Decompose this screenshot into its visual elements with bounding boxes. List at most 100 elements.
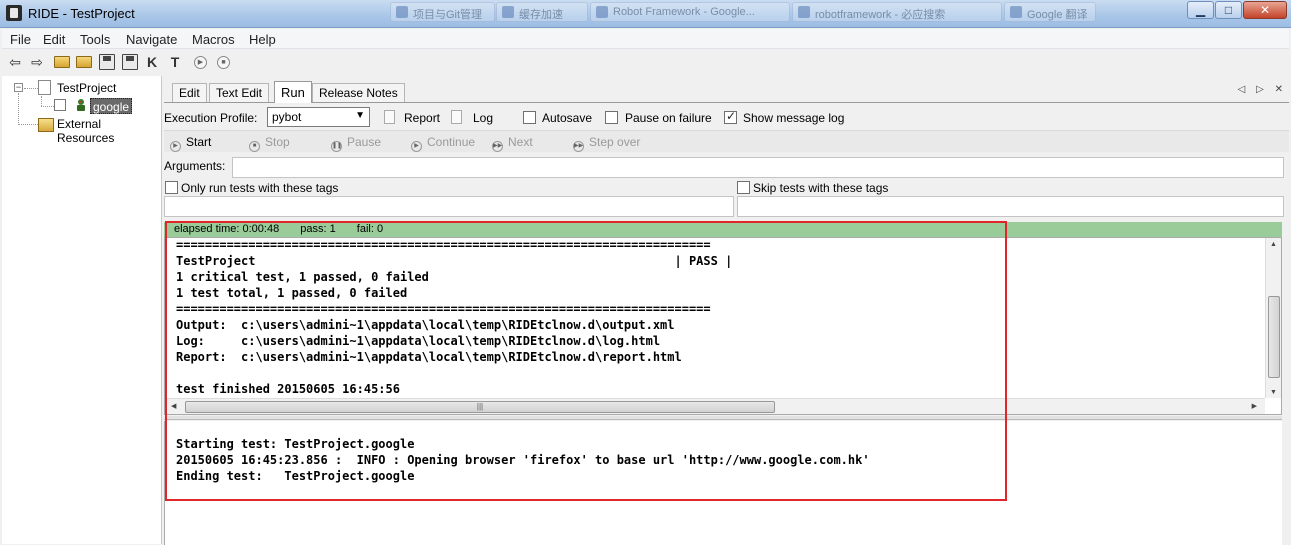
close-icon: ✕ bbox=[1259, 3, 1271, 17]
scroll-right-icon[interactable]: ▶ bbox=[1252, 402, 1257, 410]
save-icon[interactable] bbox=[99, 54, 115, 70]
stop-button[interactable]: ■ Stop bbox=[249, 135, 290, 152]
menu-bar: File Edit Tools Navigate Macros Help bbox=[2, 29, 1289, 49]
tab-scroll-left-icon[interactable]: ◁ bbox=[1238, 84, 1246, 95]
external-resources-icon bbox=[38, 118, 54, 132]
background-tab[interactable]: Robot Framework - Google... bbox=[590, 2, 790, 22]
tab-controls: ◁ ▷ ✕ bbox=[1230, 84, 1283, 95]
tab-release-notes[interactable]: Release Notes bbox=[312, 83, 405, 102]
include-tags-input[interactable] bbox=[164, 196, 734, 217]
title-bar: RIDE - TestProject 项目与Git管理 缓存加速 Robot F… bbox=[0, 0, 1291, 28]
console-horizontal-scrollbar[interactable]: ◀ ||| ▶ bbox=[165, 398, 1265, 414]
autosave-checkbox[interactable] bbox=[523, 111, 536, 124]
console-vertical-scrollbar[interactable]: ▲ ▼ bbox=[1265, 238, 1281, 398]
menu-navigate[interactable]: Navigate bbox=[126, 32, 177, 47]
scroll-down-icon[interactable]: ▼ bbox=[1270, 389, 1277, 396]
show-message-log-label: Show message log bbox=[743, 111, 845, 125]
project-tree: − TestProject google External Resources bbox=[2, 76, 162, 544]
message-log[interactable]: Starting test: TestProject.google 201506… bbox=[164, 421, 1282, 545]
minimize-icon: ▁ bbox=[1195, 3, 1206, 17]
menu-edit[interactable]: Edit bbox=[43, 32, 65, 47]
tree-connector bbox=[24, 88, 38, 89]
console-text: ========================================… bbox=[176, 238, 733, 396]
execution-status-bar: elapsed time: 0:00:48 pass: 1 fail: 0 bbox=[164, 222, 1282, 237]
stop-icon[interactable]: ■ bbox=[217, 56, 230, 69]
exclude-tags-input[interactable] bbox=[737, 196, 1284, 217]
background-tab[interactable]: 项目与Git管理 bbox=[390, 2, 495, 22]
open-directory-icon[interactable] bbox=[54, 56, 70, 68]
start-icon: ▶ bbox=[170, 141, 181, 152]
tree-connector bbox=[19, 124, 38, 125]
log-file-icon bbox=[451, 110, 462, 124]
output-splitter[interactable] bbox=[164, 416, 1282, 420]
tab-close-icon[interactable]: ✕ bbox=[1275, 84, 1283, 95]
pause-on-failure-label: Pause on failure bbox=[625, 111, 712, 125]
log-button[interactable]: Log bbox=[473, 111, 493, 125]
execution-profile-select[interactable]: pybot ▼ bbox=[267, 107, 370, 127]
message-log-text: Starting test: TestProject.google 201506… bbox=[176, 437, 870, 483]
ride-app-icon bbox=[6, 5, 22, 21]
back-arrow-icon[interactable]: ⇦ bbox=[7, 54, 23, 70]
background-tab[interactable]: robotframework - 必应搜索 bbox=[792, 2, 1002, 22]
menu-tools[interactable]: Tools bbox=[80, 32, 110, 47]
menu-macros[interactable]: Macros bbox=[192, 32, 235, 47]
step-over-icon: ▶▶ bbox=[573, 141, 584, 152]
report-button[interactable]: Report bbox=[404, 111, 440, 125]
scroll-thumb[interactable]: ||| bbox=[185, 401, 775, 413]
elapsed-time: elapsed time: 0:00:48 bbox=[174, 223, 280, 235]
tree-node-testproject[interactable]: TestProject bbox=[57, 81, 116, 95]
scroll-thumb[interactable] bbox=[1268, 296, 1280, 378]
continue-button[interactable]: ▶ Continue bbox=[411, 135, 475, 152]
stop-icon: ■ bbox=[249, 141, 260, 152]
show-message-log-checkbox[interactable] bbox=[724, 109, 737, 124]
close-window-button[interactable]: ✕ bbox=[1243, 1, 1287, 19]
pause-button[interactable]: ❚❚ Pause bbox=[331, 135, 381, 152]
test-project-icon bbox=[38, 80, 51, 95]
window-title: RIDE - TestProject bbox=[28, 6, 135, 21]
execution-profile-label: Execution Profile: bbox=[164, 111, 258, 125]
tab-text-edit[interactable]: Text Edit bbox=[209, 83, 270, 102]
minimize-button[interactable]: ▁ bbox=[1187, 1, 1214, 19]
report-file-icon bbox=[384, 110, 395, 124]
step-over-button[interactable]: ▶▶ Step over bbox=[573, 135, 640, 152]
tree-node-external-resources[interactable]: External Resources bbox=[57, 117, 161, 145]
search-tests-icon[interactable]: T bbox=[167, 54, 183, 70]
include-tags-checkbox[interactable] bbox=[165, 181, 178, 194]
tree-connector bbox=[18, 93, 19, 125]
run-icon[interactable]: ▶ bbox=[194, 56, 207, 69]
test-checkbox[interactable] bbox=[54, 99, 66, 111]
tree-connector bbox=[41, 106, 54, 107]
tab-scroll-right-icon[interactable]: ▷ bbox=[1256, 84, 1264, 95]
exclude-tags-checkbox[interactable] bbox=[737, 181, 750, 194]
test-case-robot-icon bbox=[77, 99, 85, 111]
collapse-expander-icon[interactable]: − bbox=[14, 83, 23, 92]
console-output[interactable]: ========================================… bbox=[164, 237, 1282, 415]
editor-area: Edit Text Edit Run Release Notes ◁ ▷ ✕ E… bbox=[164, 76, 1289, 545]
scroll-left-icon[interactable]: ◀ bbox=[171, 402, 176, 410]
save-all-icon[interactable] bbox=[122, 54, 138, 70]
scroll-up-icon[interactable]: ▲ bbox=[1270, 241, 1277, 248]
execution-profile-row: Execution Profile: pybot ▼ Report Log Au… bbox=[164, 105, 1289, 129]
autosave-label: Autosave bbox=[542, 111, 593, 125]
run-panel: Execution Profile: pybot ▼ Report Log Au… bbox=[164, 102, 1289, 545]
background-tab[interactable]: 缓存加速 bbox=[496, 2, 588, 22]
search-keywords-icon[interactable]: K bbox=[144, 54, 160, 70]
open-folder-icon[interactable] bbox=[76, 56, 92, 68]
forward-arrow-icon[interactable]: ⇨ bbox=[29, 54, 45, 70]
start-button[interactable]: ▶ Start bbox=[170, 135, 211, 152]
maximize-button[interactable]: □ bbox=[1215, 1, 1242, 19]
menu-file[interactable]: File bbox=[10, 32, 31, 47]
toolbar: ⇦ ⇨ K T ▶ ■ bbox=[2, 50, 1289, 74]
next-button[interactable]: ▶▶ Next bbox=[492, 135, 533, 152]
tab-run[interactable]: Run bbox=[274, 81, 312, 103]
background-tab[interactable]: Google 翻译 bbox=[1004, 2, 1096, 22]
tree-node-google[interactable]: google bbox=[90, 98, 133, 114]
menu-help[interactable]: Help bbox=[249, 32, 276, 47]
tree-connector bbox=[41, 96, 42, 106]
background-taskbar-tabs: 项目与Git管理 缓存加速 Robot Framework - Google..… bbox=[320, 2, 1100, 24]
maximize-icon: □ bbox=[1224, 3, 1233, 17]
tab-edit[interactable]: Edit bbox=[172, 83, 207, 102]
pass-count: pass: 1 bbox=[300, 223, 336, 235]
arguments-input[interactable] bbox=[232, 157, 1284, 178]
pause-on-failure-checkbox[interactable] bbox=[605, 111, 618, 124]
